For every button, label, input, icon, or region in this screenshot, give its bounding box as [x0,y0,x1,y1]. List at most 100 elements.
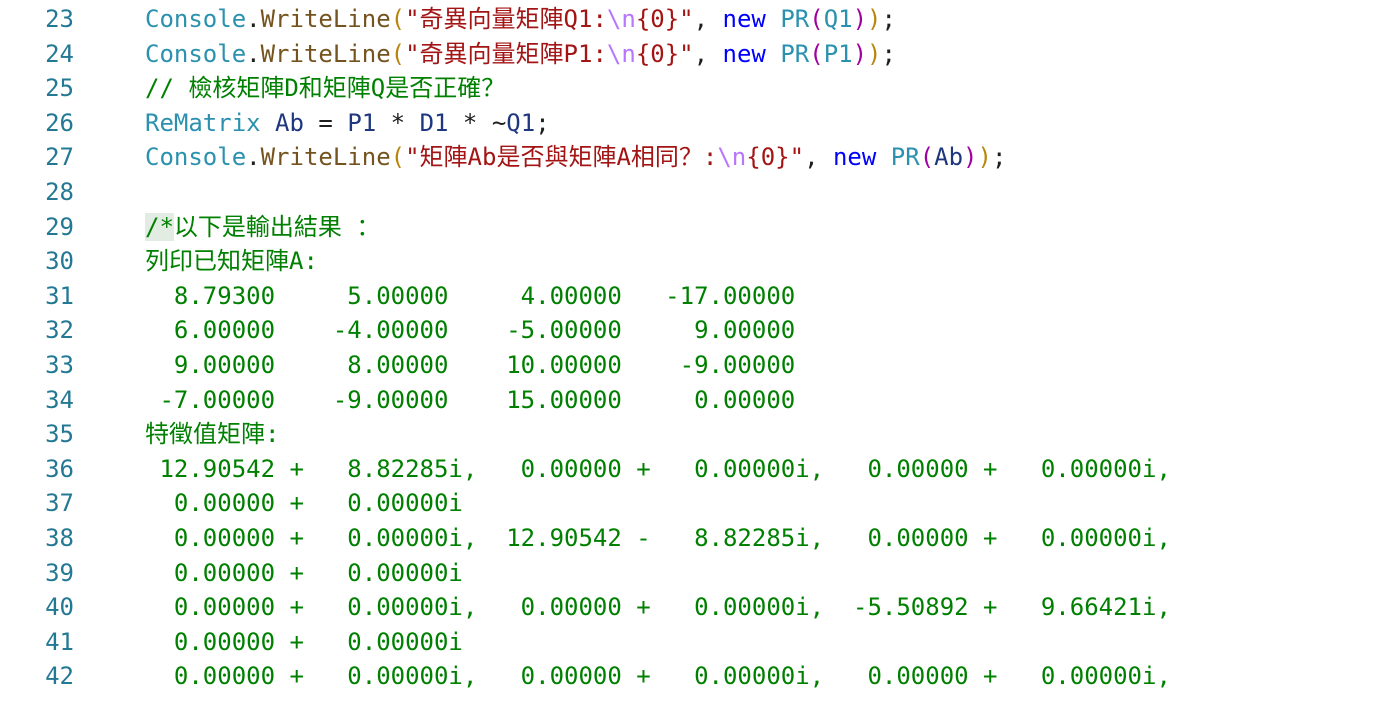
code-token-string: "奇異向量矩陣P1: [405,39,607,68]
code-text: Console.WriteLine("奇異向量矩陣Q1:\n{0}", new … [145,2,896,37]
code-token-plain: ; [535,108,550,137]
code-line[interactable]: 26 ReMatrix Ab = P1 * D1 * ~Q1; [0,106,1387,141]
code-text: 0.00000 + 0.00000i, 0.00000 + 0.00000i, … [145,659,1171,694]
line-number: 36 [45,454,74,483]
code-token-comment: // 檢核矩陣D和矩陣Q是否正確？ [145,74,506,103]
line-number: 30 [45,247,74,276]
code-token-ident: PR [890,143,920,172]
line-number: 42 [45,662,74,691]
code-line[interactable]: 27 Console.WriteLine("矩陣Ab是否與矩陣A相同？:\n{0}… [0,140,1387,175]
code-token-plain: , [693,5,723,33]
line-number: 24 [45,39,74,68]
code-text: 12.90542 + 8.82285i, 0.00000 + 0.00000i,… [145,452,1171,487]
code-token-b2: ) [852,39,868,68]
code-token-ident: Q1 [823,5,853,33]
code-token-plain: , [804,143,833,172]
code-token-b1: ) [867,5,882,33]
code-token-var: D1 [419,108,449,137]
code-line[interactable]: 28 [0,175,1387,210]
code-token-var: P1 [347,108,377,137]
code-token-var: Ab [934,143,964,172]
code-line[interactable]: 23 Console.WriteLine("奇異向量矩陣Q1:\n{0}", ne… [0,2,1387,37]
code-token-method: WriteLine [260,5,391,33]
line-number: 32 [45,316,74,345]
code-text: Console.WriteLine("矩陣Ab是否與矩陣A相同？:\n{0}",… [145,140,1006,175]
code-line[interactable]: 25 // 檢核矩陣D和矩陣Q是否正確？ [0,71,1387,106]
line-number: 23 [45,5,74,33]
code-token-ident: P1 [823,39,853,68]
code-line[interactable]: 32 6.00000 -4.00000 -5.00000 9.00000 [0,313,1387,348]
code-token-plain: . [246,5,261,33]
code-token-b1: ) [977,143,992,172]
code-token-string: {0}" [635,39,694,68]
code-line[interactable]: 31 8.79300 5.00000 4.00000 -17.00000 [0,279,1387,314]
line-number: 39 [45,558,74,587]
code-token-comment: 0.00000 + 0.00000i, 0.00000 + 0.00000i, … [145,662,1171,691]
code-token-keyword: new [722,5,766,33]
line-number: 25 [45,74,74,103]
code-token-plain: , [693,39,723,68]
code-token-b2: ( [809,39,824,68]
code-text: 0.00000 + 0.00000i, 0.00000 + 0.00000i, … [145,590,1171,625]
code-text: Console.WriteLine("奇異向量矩陣P1:\n{0}", new … [145,37,896,72]
code-token-plain: ; [881,39,896,68]
code-text: 8.79300 5.00000 4.00000 -17.00000 [145,279,795,314]
code-token-escape: \n [606,39,636,68]
code-text: 0.00000 + 0.00000i [145,625,463,660]
code-token-comment: 列印已知矩陣A: [145,247,318,276]
code-line[interactable]: 38 0.00000 + 0.00000i, 12.90542 - 8.8228… [0,521,1387,556]
line-number: 35 [45,420,74,449]
code-token-plain: . [246,143,261,172]
line-number: 34 [45,385,74,414]
line-number: 33 [45,351,74,379]
code-token-comment: 12.90542 + 8.82285i, 0.00000 + 0.00000i,… [145,454,1171,483]
code-line[interactable]: 39 0.00000 + 0.00000i [0,556,1387,591]
code-text: 列印已知矩陣A: [145,244,318,279]
code-line[interactable]: 36 12.90542 + 8.82285i, 0.00000 + 0.0000… [0,452,1387,487]
code-token-plain: ; [881,5,896,33]
code-editor[interactable]: 23 Console.WriteLine("奇異向量矩陣Q1:\n{0}", ne… [0,0,1387,704]
code-token-plain: * ~ [448,108,507,137]
line-number: 41 [45,627,74,656]
code-token-comment: 以下是輸出結果 ： [173,212,381,241]
code-text: 6.00000 -4.00000 -5.00000 9.00000 [145,313,795,348]
code-token-escape: \n [606,5,636,33]
code-line[interactable]: 37 0.00000 + 0.00000i [0,486,1387,521]
code-line[interactable]: 34 -7.00000 -9.00000 15.00000 0.00000 [0,383,1387,418]
code-text: ReMatrix Ab = P1 * D1 * ~Q1; [145,106,550,141]
code-line[interactable]: 40 0.00000 + 0.00000i, 0.00000 + 0.00000… [0,590,1387,625]
code-token-plain: = [303,108,348,137]
code-token-b1: ( [390,143,406,172]
code-token-escape: \n [717,143,747,172]
code-line[interactable]: 42 0.00000 + 0.00000i, 0.00000 + 0.00000… [0,659,1387,694]
code-text: 9.00000 8.00000 10.00000 -9.00000 [145,348,795,383]
code-line[interactable]: 35 特徵值矩陣: [0,417,1387,452]
code-line[interactable]: 33 9.00000 8.00000 10.00000 -9.00000 [0,348,1387,383]
code-token-b2: ) [963,143,978,172]
code-token-comment: 0.00000 + 0.00000i [145,627,463,656]
code-line[interactable]: 30 列印已知矩陣A: [0,244,1387,279]
line-number: 29 [45,212,74,241]
code-token-string: "奇異向量矩陣Q1: [405,5,607,33]
line-number: 26 [45,108,74,137]
code-text: -7.00000 -9.00000 15.00000 0.00000 [145,383,795,418]
code-token-ident: Console [145,143,247,172]
code-line[interactable]: 24 Console.WriteLine("奇異向量矩陣P1:\n{0}", ne… [0,37,1387,72]
code-token-comment: 特徵值矩陣: [145,420,280,449]
code-token-comment: 0.00000 + 0.00000i [145,489,463,518]
code-token-comment: 0.00000 + 0.00000i [145,558,463,587]
line-number: 28 [45,178,74,206]
code-token-plain: ; [991,143,1007,172]
code-token-var: Q1 [506,108,536,137]
code-token-string: {0}" [746,143,805,172]
code-token-keyword: new [722,39,766,68]
line-number: 27 [45,143,74,172]
code-line[interactable]: 41 0.00000 + 0.00000i [0,625,1387,660]
code-line[interactable]: 29 /*以下是輸出結果 ： [0,210,1387,245]
code-token-comment: 0.00000 + 0.00000i, 0.00000 + 0.00000i, … [145,593,1171,622]
code-token-b2: ( [809,5,824,33]
code-token-comment: 0.00000 + 0.00000i, 12.90542 - 8.82285i,… [145,524,1171,552]
code-token-var: Ab [275,108,304,137]
